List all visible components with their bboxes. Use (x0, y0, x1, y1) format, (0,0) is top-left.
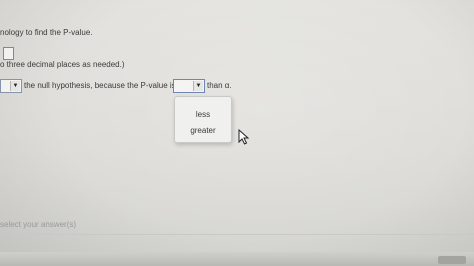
question-instruction: nology to find the P-value. (0, 28, 93, 37)
footer-divider (0, 234, 474, 235)
taskbar (0, 252, 474, 266)
comparison-select[interactable]: ▼ (173, 79, 205, 93)
dropdown-option-greater[interactable]: greater (175, 126, 231, 135)
reject-fail-select[interactable]: ▼ (0, 79, 22, 93)
footer-note: select your answer(s) (0, 220, 77, 229)
system-tray (438, 256, 466, 264)
conclusion-text: the null hypothesis, because the P-value… (24, 81, 176, 90)
chevron-down-icon: ▼ (10, 81, 20, 91)
conclusion-row: ▼ the null hypothesis, because the P-val… (0, 79, 474, 93)
mouse-pointer-icon (238, 129, 250, 145)
comparison-dropdown-menu: less greater (174, 96, 232, 143)
chevron-down-icon: ▼ (193, 81, 203, 91)
rounding-note: o three decimal places as needed.) (0, 60, 125, 69)
p-value-answer-input[interactable] (3, 47, 14, 60)
than-alpha-text: than α. (207, 81, 232, 90)
dropdown-option-less[interactable]: less (175, 110, 231, 119)
